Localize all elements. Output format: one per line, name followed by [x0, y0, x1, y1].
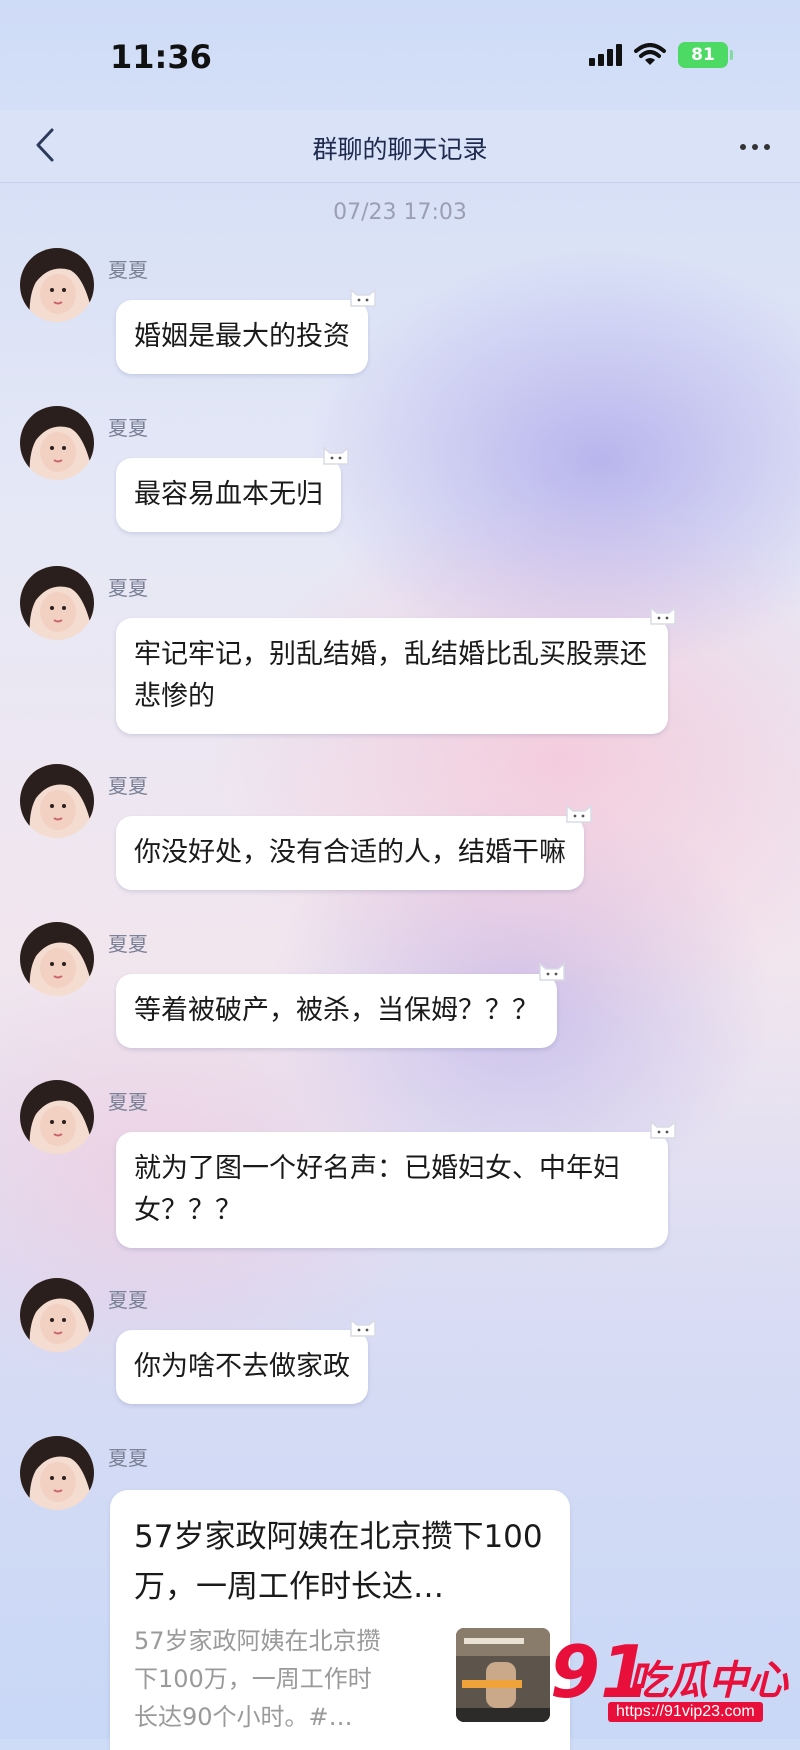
cat-sticker-icon — [566, 804, 592, 823]
cat-sticker-icon — [323, 446, 349, 465]
avatar[interactable] — [20, 1080, 94, 1154]
link-card-description: 57岁家政阿姨在北京攒下100万，一周工作时长达90个小时。#… — [134, 1627, 381, 1731]
more-options-button[interactable] — [730, 132, 780, 162]
message-text: 牢记牢记，别乱结婚，乱结婚比乱买股票还悲惨的 — [134, 639, 647, 712]
sender-name: 夏夏 — [108, 774, 148, 798]
status-time: 11:36 — [110, 38, 212, 76]
watermark-logo: 91 吃瓜中心 https://91vip23.com — [550, 1630, 790, 1730]
battery-level: 81 — [691, 45, 715, 65]
sender-name: 夏夏 — [108, 1446, 148, 1470]
sender-name: 夏夏 — [108, 576, 148, 600]
message-bubble[interactable]: 你没好处，没有合适的人，结婚干嘛 — [116, 804, 592, 890]
link-card[interactable]: 57岁家政阿姨在北京攒下100万，一周工作时长达… 57岁家政阿姨在北京攒下10… — [110, 1490, 570, 1750]
cat-sticker-icon — [650, 1120, 676, 1139]
link-card-title: 57岁家政阿姨在北京攒下100万，一周工作时长达… — [134, 1519, 543, 1605]
sender-name: 夏夏 — [108, 258, 148, 282]
avatar[interactable] — [20, 406, 94, 480]
more-dot-icon — [752, 144, 758, 150]
more-dot-icon — [764, 144, 770, 150]
avatar[interactable] — [20, 764, 94, 838]
avatar[interactable] — [20, 566, 94, 640]
status-bar: 11:36 81 — [0, 0, 800, 110]
nav-bar: 群聊的聊天记录 — [0, 110, 800, 183]
avatar[interactable] — [20, 1278, 94, 1352]
message-bubble[interactable]: 你为啥不去做家政 — [116, 1318, 376, 1404]
page-title: 群聊的聊天记录 — [312, 135, 488, 164]
watermark-url: https://91vip23.com — [608, 1702, 763, 1722]
message-bubble[interactable]: 最容易血本无归 — [116, 446, 349, 532]
cat-sticker-icon — [650, 606, 676, 625]
message-text: 你没好处，没有合适的人，结婚干嘛 — [134, 837, 566, 868]
battery-icon: 81 — [678, 42, 733, 68]
sender-name: 夏夏 — [108, 416, 148, 440]
cat-sticker-icon — [350, 288, 376, 307]
wifi-icon — [634, 43, 666, 65]
sender-name: 夏夏 — [108, 1288, 148, 1312]
avatar[interactable] — [20, 248, 94, 322]
more-dot-icon — [740, 144, 746, 150]
sender-name: 夏夏 — [108, 1090, 148, 1114]
link-card-thumbnail — [456, 1628, 550, 1722]
message-text: 就为了图一个好名声：已婚妇女、中年妇女？？？ — [134, 1153, 620, 1226]
chat-timestamp: 07/23 17:03 — [333, 200, 467, 225]
message-text: 等着被破产，被杀，当保姆？？？ — [134, 995, 539, 1026]
cat-sticker-icon — [350, 1318, 376, 1337]
cellular-signal-icon — [589, 44, 622, 66]
avatar[interactable] — [20, 922, 94, 996]
cat-sticker-icon — [539, 962, 565, 981]
watermark-text: 吃瓜中心 — [628, 1658, 788, 1704]
message-text: 你为啥不去做家政 — [134, 1351, 350, 1382]
message-bubble[interactable]: 就为了图一个好名声：已婚妇女、中年妇女？？？ — [116, 1120, 676, 1248]
message-text: 婚姻是最大的投资 — [134, 321, 350, 352]
message-text: 最容易血本无归 — [134, 479, 323, 510]
message-bubble[interactable]: 牢记牢记，别乱结婚，乱结婚比乱买股票还悲惨的 — [116, 606, 676, 734]
message-bubble[interactable]: 婚姻是最大的投资 — [116, 288, 376, 374]
message-bubble[interactable]: 等着被破产，被杀，当保姆？？？ — [116, 962, 565, 1048]
status-icons: 81 — [589, 42, 733, 68]
sender-name: 夏夏 — [108, 932, 148, 956]
avatar[interactable] — [20, 1436, 94, 1510]
